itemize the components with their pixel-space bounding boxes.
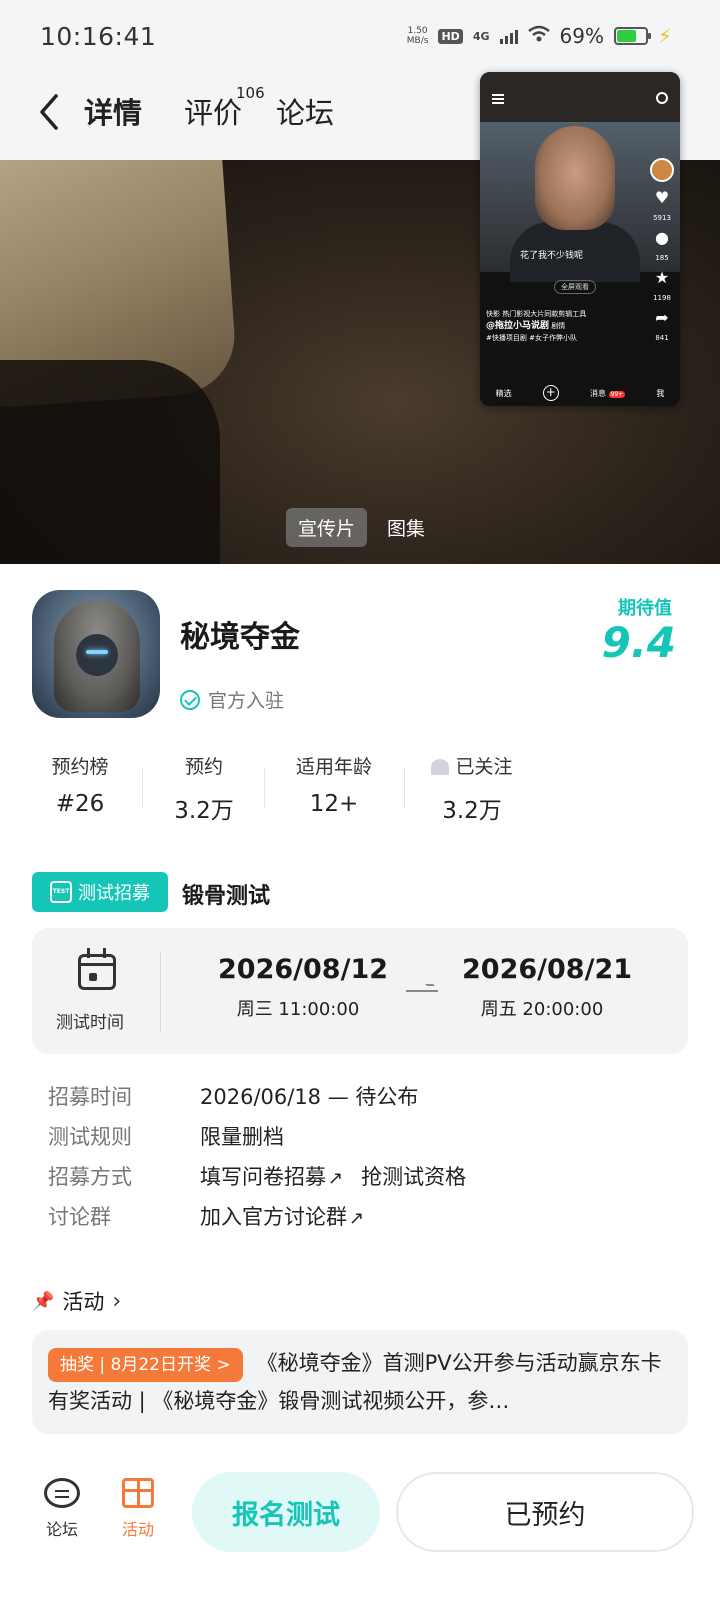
- official-badge: 官方入驻: [180, 686, 284, 713]
- stat-reservations: 预约 3.2万: [174, 756, 234, 824]
- battery-percent: 69%: [559, 24, 604, 48]
- network-speed: 1.50 MB/s: [406, 26, 429, 46]
- creator-avatar[interactable]: [650, 158, 674, 182]
- info-row-recruit-time: 招募时间 2026/06/18 — 待公布: [48, 1085, 419, 1109]
- recruit-info: 招募时间 2026/06/18 — 待公布 测试规则 限量删档 招募方式 填写问…: [48, 1076, 688, 1236]
- battery-icon: [613, 27, 651, 45]
- bottom-activity-button[interactable]: 活动: [108, 1478, 168, 1540]
- tab-forum[interactable]: 论坛: [276, 90, 334, 132]
- preview-nav-me[interactable]: 我: [656, 388, 664, 399]
- lottery-badge: 抽奖 | 8月22日开奖 >: [48, 1348, 243, 1382]
- status-icons: 1.50 MB/s HD 4G 69% ⚡: [407, 24, 672, 48]
- gift-icon: [122, 1478, 154, 1508]
- back-arrow-icon[interactable]: [34, 90, 64, 134]
- wifi-icon: [527, 24, 550, 48]
- tab-gallery[interactable]: 图集: [375, 508, 437, 547]
- search-icon[interactable]: [656, 92, 668, 104]
- test-end: 2026/08/21 周五 20:00:00: [462, 954, 633, 1020]
- hd-icon: HD: [438, 28, 463, 44]
- favorite-count: 1198: [653, 294, 671, 302]
- comment-icon[interactable]: ●: [655, 230, 669, 246]
- preview-caption: 快影 热门影视大片同款剪辑工具 @拖拉小马说剧 剧情 #快播项目剧 #女子作弊小…: [486, 310, 587, 342]
- chevron-right-icon: ›: [112, 1288, 122, 1314]
- share-icon[interactable]: ➦: [655, 310, 668, 326]
- test-icon: TEST: [50, 881, 72, 903]
- signup-test-button[interactable]: 报名测试: [192, 1472, 380, 1552]
- actor-face: [535, 126, 615, 230]
- reserved-button[interactable]: 已预约: [396, 1472, 694, 1552]
- stat-age[interactable]: 适用年龄 12+: [278, 752, 390, 817]
- fullscreen-button[interactable]: 全屏观看: [554, 280, 596, 294]
- comment-count: 185: [655, 254, 669, 262]
- stat-rank[interactable]: 预约榜 #26: [32, 752, 128, 817]
- calendar-icon: [78, 948, 116, 990]
- network-type: 4G: [472, 29, 490, 43]
- hashtags: #快播项目剧 #女子作弊小队: [486, 334, 577, 342]
- preview-nav-featured[interactable]: 精选: [496, 388, 512, 399]
- menu-icon[interactable]: [492, 94, 504, 104]
- activity-header[interactable]: 📌 活动 ›: [32, 1286, 121, 1316]
- status-bar: 10:16:41 1.50 MB/s HD 4G 69% ⚡: [0, 0, 720, 76]
- review-count: 106: [236, 84, 265, 102]
- info-row-recruit-method: 招募方式 填写问卷招募 抢测试资格: [48, 1156, 688, 1196]
- pin-icon: 📌: [32, 1290, 55, 1312]
- info-row-discussion-group: 讨论群 加入官方讨论群: [48, 1196, 688, 1236]
- bottom-forum-button[interactable]: 论坛: [32, 1478, 92, 1540]
- expect-label: 期待值: [618, 598, 672, 619]
- floating-video-preview[interactable]: 花了我不少钱呢 全屏观看 ♥ 5913 ● 185 ★ 1198 ➦ 841 快…: [480, 72, 680, 406]
- creator-name[interactable]: @拖拉小马说剧: [486, 321, 549, 331]
- tab-review[interactable]: 评价: [184, 90, 242, 132]
- grab-qualification: 抢测试资格: [361, 1165, 467, 1189]
- preview-side-actions: ♥ 5913 ● 185 ★ 1198 ➦ 841: [650, 158, 674, 342]
- preview-nav-plus[interactable]: +: [542, 385, 559, 401]
- expect-score: 9.4: [601, 618, 676, 667]
- tab-detail[interactable]: 详情: [82, 90, 145, 132]
- signal-icon: [499, 28, 518, 44]
- activity-card[interactable]: 抽奖 | 8月22日开奖 > 《秘境夺金》首测PV公开参与活动赢京东卡 有奖活动 …: [32, 1330, 688, 1434]
- test-recruit-badge: TEST 测试招募: [32, 872, 168, 912]
- media-tabs: 宣传片 图集: [286, 508, 437, 547]
- test-time-label: 测试时间: [56, 1013, 124, 1033]
- heart-icon: [431, 759, 450, 775]
- like-count: 5913: [653, 214, 671, 222]
- video-subtitle: 花了我不少钱呢: [520, 251, 584, 261]
- check-circle-icon: [180, 689, 200, 710]
- share-count: 841: [655, 334, 669, 342]
- survey-link[interactable]: 填写问卷招募: [200, 1161, 343, 1191]
- test-time-card: 测试时间 2026/08/12 周三 11:00:00 2026/08/21 周…: [32, 928, 688, 1054]
- preview-nav-messages[interactable]: 消息 99+: [590, 388, 626, 399]
- like-icon[interactable]: ♥: [655, 190, 669, 206]
- test-start: 2026/08/12 周三 11:00:00: [218, 954, 389, 1020]
- chat-icon: [44, 1478, 80, 1508]
- app-icon: [32, 590, 160, 718]
- stat-following[interactable]: 已关注 3.2万: [416, 752, 528, 825]
- tab-trailer[interactable]: 宣传片: [286, 508, 368, 547]
- stats-row: 预约榜 #26 预约 3.2万 适用年龄 12+ 已关注 3.2万: [32, 752, 532, 825]
- join-group-link[interactable]: 加入官方讨论群: [200, 1201, 364, 1231]
- info-row-test-rule: 测试规则 限量删档: [48, 1125, 284, 1149]
- favorite-icon[interactable]: ★: [655, 270, 669, 286]
- preview-bottom-nav: 精选 + 消息 99+ 我: [480, 380, 680, 406]
- charging-icon: ⚡: [657, 24, 672, 48]
- test-name: 锻骨测试: [182, 884, 271, 909]
- arrow-right-icon: [406, 990, 438, 992]
- app-name: 秘境夺金: [180, 620, 300, 655]
- preview-top-bar: [480, 72, 680, 122]
- status-time: 10:16:41: [40, 22, 157, 51]
